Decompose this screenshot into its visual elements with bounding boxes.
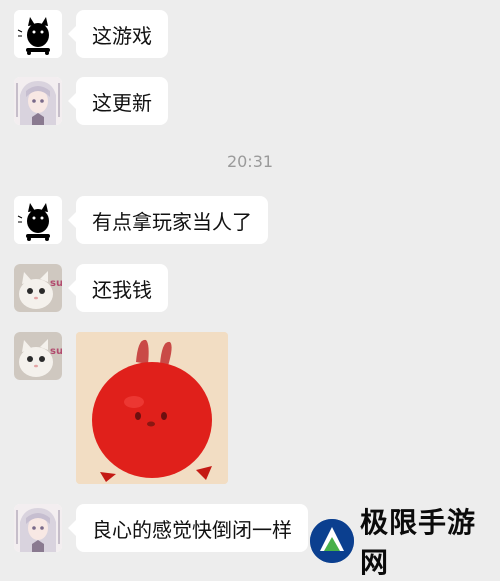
anime-girl-avatar[interactable] <box>14 77 62 125</box>
message-bubble[interactable]: 有点拿玩家当人了 <box>68 196 268 244</box>
anime-girl-icon <box>14 504 62 552</box>
site-watermark: 极限手游网 <box>310 506 500 579</box>
avatar-label-text: sup <box>50 278 62 289</box>
message-bubble[interactable]: 这更新 <box>68 77 168 125</box>
black-cat-icon <box>14 10 62 58</box>
black-cat-avatar[interactable] <box>14 196 62 244</box>
message-bubble[interactable]: 良心的感觉快倒闭一样 <box>68 504 308 552</box>
message-text: 这游戏 <box>92 23 152 48</box>
white-cat-avatar[interactable]: sup <box>14 332 62 380</box>
black-cat-avatar[interactable] <box>14 10 62 58</box>
site-logo-icon <box>310 518 354 563</box>
message-text: 还我钱 <box>92 277 152 302</box>
message-bubble[interactable]: 还我钱 <box>68 264 168 312</box>
timestamp: 20:31 <box>226 152 274 171</box>
message-text: 有点拿玩家当人了 <box>92 209 252 234</box>
avatar-label-text: sup <box>50 346 62 357</box>
black-cat-icon <box>14 196 62 244</box>
anime-girl-avatar[interactable] <box>14 504 62 552</box>
white-cat-avatar[interactable]: sup <box>14 264 62 312</box>
message-text: 良心的感觉快倒闭一样 <box>92 517 292 542</box>
white-cat-icon: sup <box>14 332 62 380</box>
red-rabbit-sticker <box>76 332 228 484</box>
watermark-text: 极限手游网 <box>360 505 477 579</box>
chat-area: 这游戏 这更新 20:31 有点拿玩家当人了 su 还我钱 su 良心的感觉快倒… <box>0 0 500 579</box>
white-cat-icon: sup <box>14 264 62 312</box>
message-text: 这更新 <box>92 90 152 115</box>
message-bubble[interactable]: 这游戏 <box>68 10 168 58</box>
sticker-image[interactable] <box>76 332 228 484</box>
anime-girl-icon <box>14 77 62 125</box>
